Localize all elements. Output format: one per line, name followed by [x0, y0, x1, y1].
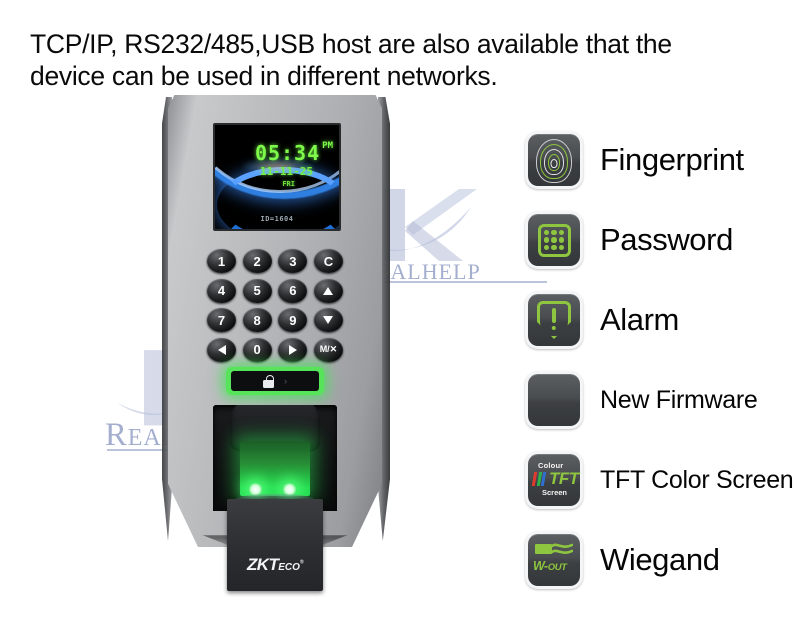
password-keypad-icon — [537, 223, 571, 257]
display-date: 11-11-25 — [260, 165, 313, 178]
device-tft-display: 05:34 PM 11-11-25 FRI ID=1604 — [215, 125, 339, 229]
display-clock: 05:34 PM — [215, 141, 333, 165]
key-5[interactable]: 5 — [242, 278, 272, 303]
feature-icon-surface — [528, 294, 580, 346]
key-c[interactable]: C — [313, 249, 343, 273]
feature-icon-surface: W-OUT — [528, 534, 580, 586]
feature-icon-surface — [528, 134, 580, 186]
wiegand-output-icon: W-OUT — [533, 541, 575, 579]
device-keypad[interactable]: 1 2 3 C 4 5 6 7 8 9 0 M/✕ — [207, 249, 343, 362]
feature-label: New Firmware — [600, 385, 758, 414]
fingerprint-icon — [536, 139, 572, 183]
feature-icon-tile: Colour TFT Screen — [525, 451, 583, 509]
feature-list: Fingerprint Password Alarm New Firmware Colo… — [525, 120, 800, 600]
zkteco-brand-logo: ZKTECO® — [246, 555, 304, 575]
key-arrow-right[interactable] — [278, 337, 308, 362]
keypad-row: 789 — [207, 308, 343, 332]
feature-icon-tile — [525, 371, 583, 429]
feature-item-new-firmware: New Firmware — [525, 360, 800, 440]
alarm-shield-icon — [537, 301, 571, 339]
display-clock-ampm: PM — [322, 141, 333, 151]
feature-icon-tile — [525, 291, 583, 349]
key-arrow-down[interactable] — [313, 308, 343, 332]
brand-eco: ECO — [278, 562, 300, 573]
key-8[interactable]: 8 — [242, 308, 272, 332]
lock-indicator-window: › — [231, 371, 319, 391]
device-screen-bezel: 05:34 PM 11-11-25 FRI ID=1604 — [213, 123, 341, 231]
keypad-row: 456 — [207, 278, 343, 303]
feature-icon-tile: W-OUT — [525, 531, 583, 589]
key-menu-esc[interactable]: M/✕ — [313, 337, 343, 362]
door-lock-indicator: › — [226, 367, 324, 395]
arrow-right-icon — [288, 344, 297, 355]
feature-item-tft-color-screen: Colour TFT Screen TFT Color Screen — [525, 440, 800, 520]
feature-icon-tile — [525, 131, 583, 189]
brand-zkt: ZKT — [246, 555, 279, 574]
chevron-right-icon: › — [284, 375, 287, 386]
lock-icon — [263, 374, 274, 388]
key-6[interactable]: 6 — [278, 278, 308, 303]
keypad-row: 0 M/✕ — [207, 337, 343, 362]
key-9[interactable]: 9 — [278, 308, 308, 332]
feature-item-password: Password — [525, 200, 800, 280]
feature-icon-surface — [528, 374, 580, 426]
key-3[interactable]: 3 — [278, 249, 308, 273]
key-arrow-left[interactable] — [207, 337, 236, 362]
key-7[interactable]: 7 — [207, 308, 236, 332]
arrow-down-icon — [323, 316, 334, 324]
page-headline: TCP/IP, RS232/485,USB host are also avai… — [30, 28, 780, 93]
display-device-id: ID=1604 — [260, 215, 294, 223]
feature-item-alarm: Alarm — [525, 280, 800, 360]
key-2[interactable]: 2 — [242, 249, 272, 273]
headline-line-1: TCP/IP, RS232/485,USB host are also avai… — [30, 29, 672, 59]
fingerprint-sensor[interactable] — [213, 405, 337, 511]
brand-trademark: ® — [299, 559, 304, 566]
feature-label: Alarm — [600, 302, 679, 337]
headline-line-2: device can be used in different networks… — [30, 61, 498, 92]
feature-icon-tile — [525, 211, 583, 269]
feature-icon-surface — [528, 214, 580, 266]
display-weekday: FRI — [282, 180, 295, 188]
key-arrow-up[interactable] — [313, 278, 343, 303]
feature-label: Wiegand — [600, 542, 720, 577]
arrow-up-icon — [323, 286, 334, 295]
key-4[interactable]: 4 — [207, 278, 236, 303]
zkteco-fingerprint-terminal: 05:34 PM 11-11-25 FRI ID=1604 123C4567890… — [150, 95, 400, 595]
display-clock-time: 05:34 — [254, 141, 321, 165]
feature-label: Fingerprint — [600, 142, 744, 177]
feature-label: TFT Color Screen — [600, 465, 794, 494]
key-1[interactable]: 1 — [207, 249, 236, 273]
feature-item-wiegand: W-OUT Wiegand — [525, 520, 800, 600]
keypad-row: 123C — [207, 249, 343, 273]
arrow-left-icon — [217, 344, 226, 355]
feature-label: Password — [600, 222, 733, 257]
tft-screen-icon: Colour TFT Screen — [531, 461, 579, 499]
key-0[interactable]: 0 — [242, 337, 272, 362]
feature-icon-surface: Colour TFT Screen — [528, 454, 580, 506]
feature-item-fingerprint: Fingerprint — [525, 120, 800, 200]
device-logo-panel: ZKTECO® — [227, 499, 323, 591]
